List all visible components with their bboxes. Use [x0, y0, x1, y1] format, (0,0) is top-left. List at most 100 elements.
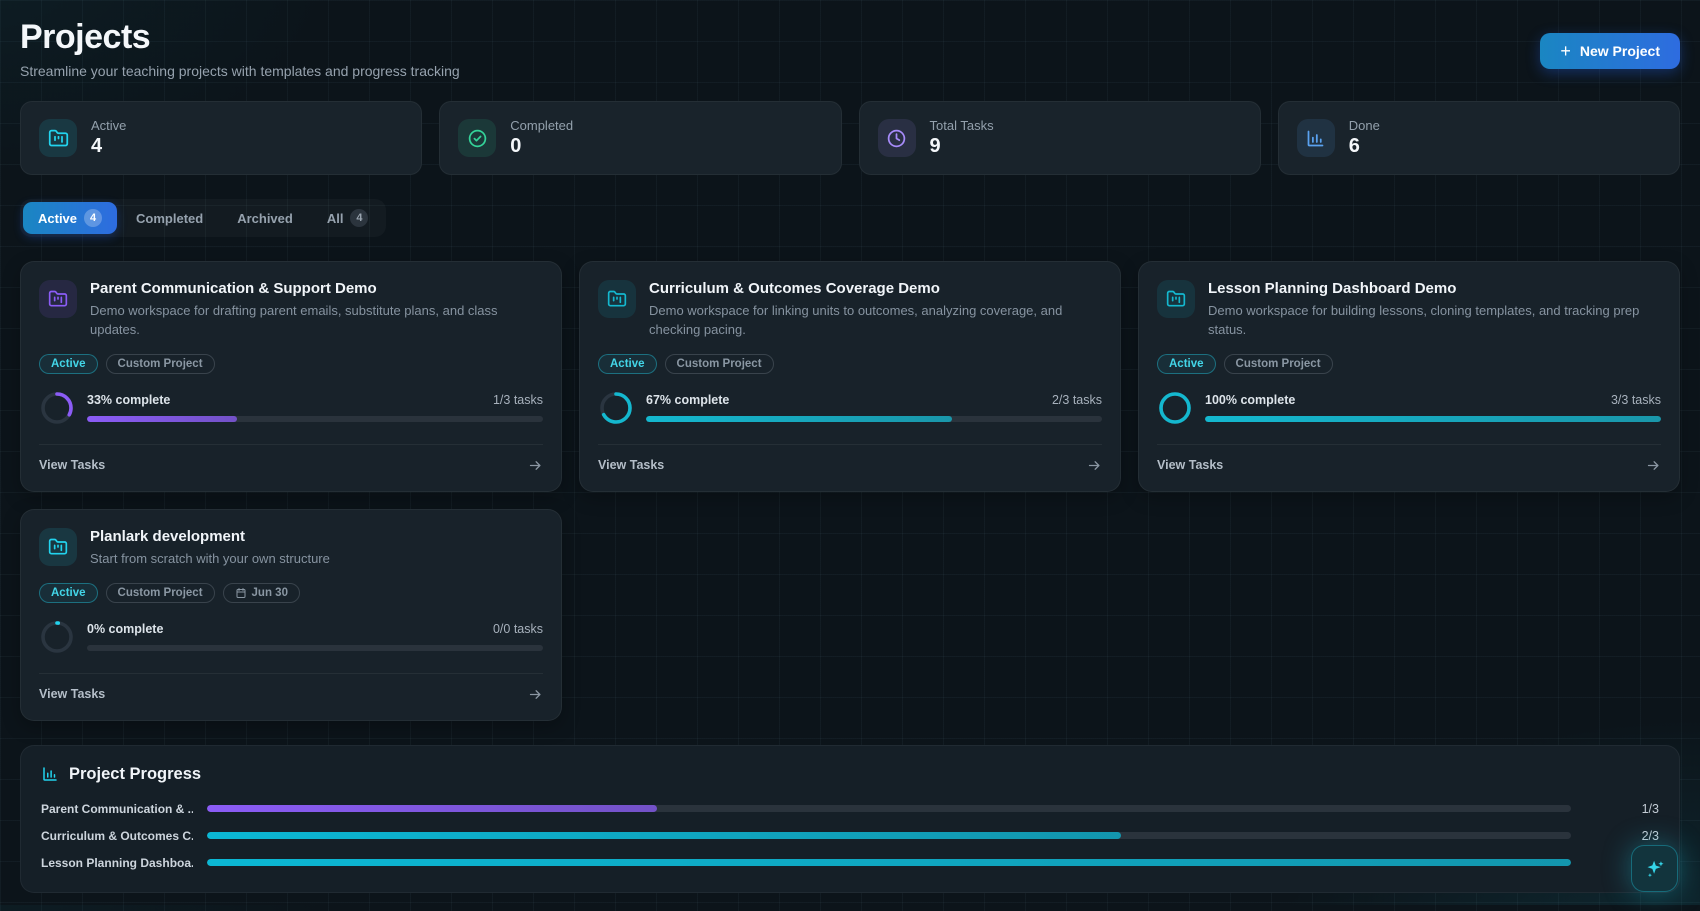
view-tasks-label: View Tasks — [39, 458, 105, 472]
progress-bar — [1205, 416, 1661, 422]
project-title: Parent Communication & Support Demo — [90, 280, 543, 297]
progress-row: Lesson Planning Dashboa... 3/3 — [41, 856, 1659, 870]
stat-value: 9 — [930, 135, 994, 158]
page-subtitle: Streamline your teaching projects with t… — [20, 63, 460, 79]
progress-ring — [39, 619, 75, 655]
tab-active[interactable]: Active 4 — [23, 202, 117, 234]
progress-row-label: Lesson Planning Dashboa... — [41, 856, 193, 870]
bar-chart-icon — [41, 765, 59, 783]
progress-row-label: Curriculum & Outcomes C... — [41, 829, 193, 843]
tab-label: All — [327, 211, 344, 226]
bar-chart-icon — [1297, 119, 1335, 157]
project-description: Demo workspace for linking units to outc… — [649, 302, 1102, 340]
arrow-right-icon — [528, 458, 543, 473]
arrow-right-icon — [1087, 458, 1102, 473]
stat-card-active: Active 4 — [20, 101, 422, 175]
date-badge: Jun 30 — [223, 583, 300, 603]
type-badge: Custom Project — [1224, 354, 1333, 374]
tasks-label: 0/0 tasks — [493, 622, 543, 636]
ai-assistant-button[interactable] — [1631, 845, 1678, 892]
project-title: Lesson Planning Dashboard Demo — [1208, 280, 1661, 297]
arrow-right-icon — [1646, 458, 1661, 473]
progress-row-bar — [207, 859, 1571, 866]
stat-value: 6 — [1349, 135, 1380, 158]
view-tasks-link[interactable]: View Tasks — [39, 444, 543, 473]
folder-kanban-icon — [1157, 280, 1195, 318]
project-card-parent-communication[interactable]: Parent Communication & Support Demo Demo… — [20, 261, 562, 492]
tab-label: Active — [38, 211, 77, 226]
calendar-icon — [235, 587, 247, 599]
project-description: Demo workspace for building lessons, clo… — [1208, 302, 1661, 340]
stat-card-completed: Completed 0 — [439, 101, 841, 175]
folder-kanban-icon — [39, 528, 77, 566]
project-description: Start from scratch with your own structu… — [90, 550, 330, 569]
folder-kanban-icon — [39, 280, 77, 318]
progress-ring — [1157, 390, 1193, 426]
project-card-planlark[interactable]: Planlark development Start from scratch … — [20, 509, 562, 721]
stat-label: Done — [1349, 118, 1380, 133]
project-progress-panel: Project Progress Parent Communication & … — [20, 745, 1680, 893]
tasks-label: 2/3 tasks — [1052, 393, 1102, 407]
progress-row-value: 1/3 — [1599, 802, 1659, 816]
stats-row: Active 4 Completed 0 Total Tasks 9 — [20, 101, 1680, 175]
stat-label: Completed — [510, 118, 573, 133]
check-circle-icon — [458, 119, 496, 157]
plus-icon: + — [1560, 42, 1571, 60]
tasks-label: 3/3 tasks — [1611, 393, 1661, 407]
new-project-label: New Project — [1580, 43, 1660, 59]
percent-label: 67% complete — [646, 393, 729, 407]
view-tasks-link[interactable]: View Tasks — [1157, 444, 1661, 473]
arrow-right-icon — [528, 687, 543, 702]
sparkles-icon — [1644, 858, 1666, 880]
new-project-button[interactable]: + New Project — [1540, 33, 1680, 69]
tab-count-badge: 4 — [350, 209, 368, 227]
progress-row-bar — [207, 805, 1571, 812]
progress-row-value: 2/3 — [1599, 829, 1659, 843]
tab-label: Completed — [136, 211, 203, 226]
page-title: Projects — [20, 18, 460, 57]
progress-bar — [646, 416, 1102, 422]
type-badge: Custom Project — [106, 583, 215, 603]
project-title: Curriculum & Outcomes Coverage Demo — [649, 280, 1102, 297]
project-description: Demo workspace for drafting parent email… — [90, 302, 543, 340]
panel-title: Project Progress — [69, 765, 201, 784]
type-badge: Custom Project — [665, 354, 774, 374]
folder-kanban-icon — [39, 119, 77, 157]
stat-card-done: Done 6 — [1278, 101, 1680, 175]
stat-card-total-tasks: Total Tasks 9 — [859, 101, 1261, 175]
project-card-lesson-planning[interactable]: Lesson Planning Dashboard Demo Demo work… — [1138, 261, 1680, 492]
tab-completed[interactable]: Completed — [121, 204, 218, 233]
status-badge: Active — [598, 354, 657, 374]
folder-kanban-icon — [598, 280, 636, 318]
progress-row-label: Parent Communication & ... — [41, 802, 193, 816]
status-badge: Active — [1157, 354, 1216, 374]
project-cards-grid: Parent Communication & Support Demo Demo… — [20, 261, 1680, 721]
project-card-curriculum-outcomes[interactable]: Curriculum & Outcomes Coverage Demo Demo… — [579, 261, 1121, 492]
progress-row-bar — [207, 832, 1571, 839]
view-tasks-label: View Tasks — [1157, 458, 1223, 472]
filter-tabs: Active 4 Completed Archived All 4 — [20, 199, 386, 237]
stat-label: Total Tasks — [930, 118, 994, 133]
percent-label: 100% complete — [1205, 393, 1295, 407]
progress-row: Parent Communication & ... 1/3 — [41, 802, 1659, 816]
progress-bar — [87, 416, 543, 422]
view-tasks-label: View Tasks — [598, 458, 664, 472]
progress-ring — [598, 390, 634, 426]
view-tasks-label: View Tasks — [39, 687, 105, 701]
tasks-label: 1/3 tasks — [493, 393, 543, 407]
view-tasks-link[interactable]: View Tasks — [598, 444, 1102, 473]
tab-all[interactable]: All 4 — [312, 202, 384, 234]
progress-row: Curriculum & Outcomes C... 2/3 — [41, 829, 1659, 843]
stat-value: 0 — [510, 135, 573, 158]
status-badge: Active — [39, 583, 98, 603]
tab-label: Archived — [237, 211, 293, 226]
tab-count-badge: 4 — [84, 209, 102, 227]
type-badge: Custom Project — [106, 354, 215, 374]
stat-label: Active — [91, 118, 126, 133]
progress-bar — [87, 645, 543, 651]
percent-label: 0% complete — [87, 622, 163, 636]
tab-archived[interactable]: Archived — [222, 204, 308, 233]
view-tasks-link[interactable]: View Tasks — [39, 673, 543, 702]
date-label: Jun 30 — [252, 587, 288, 599]
status-badge: Active — [39, 354, 98, 374]
